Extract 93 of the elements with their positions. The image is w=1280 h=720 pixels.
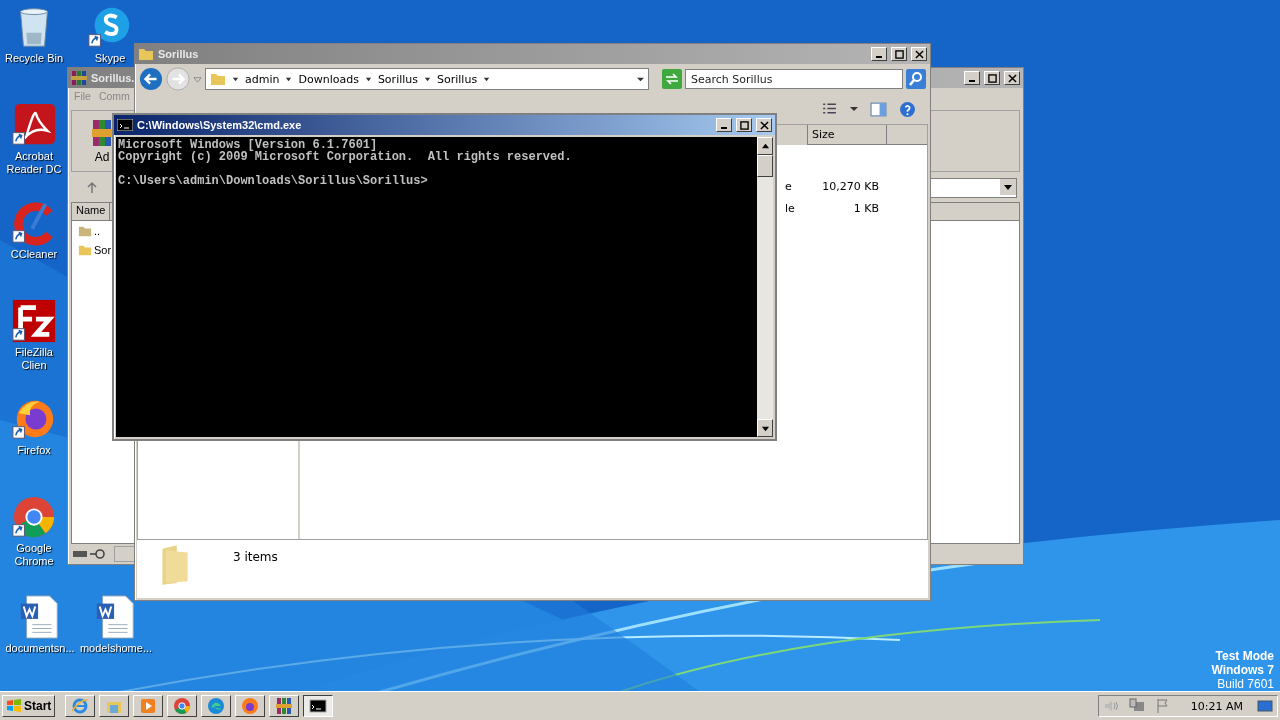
file-size: 1 KB [852, 201, 880, 215]
min-button[interactable] [716, 118, 732, 132]
close-icon [1007, 73, 1017, 83]
os-notice: Build 7601 [1217, 677, 1274, 692]
app-icon [207, 697, 226, 715]
app-icon [309, 697, 328, 715]
file-size: 10,270 KB [821, 179, 880, 193]
app-icon [11, 494, 57, 540]
address-bar[interactable]: admin Downloads Sorillus Sorillus [205, 68, 649, 90]
desktop-shortcut[interactable]: documentsn... [2, 594, 78, 655]
caret-icon[interactable] [483, 75, 491, 83]
window-title: Sorillus [158, 48, 199, 60]
console-prompt: C:\Users\admin\Downloads\Sorillus\Sorillus> [118, 175, 429, 187]
desktop-shortcut[interactable]: Firefox [2, 396, 66, 457]
breadcrumb[interactable]: admin [245, 72, 280, 86]
column-header[interactable]: Size [807, 125, 886, 145]
close-icon [914, 49, 924, 59]
taskbar-button[interactable] [303, 695, 334, 717]
caret-icon[interactable] [850, 105, 858, 113]
desktop-shortcut[interactable]: Skype [78, 4, 142, 65]
app-icon [139, 697, 158, 715]
scrollbar[interactable] [757, 137, 773, 437]
shortcut-label: Acrobat Reader DC [5, 150, 63, 176]
scroll-up-icon [760, 141, 770, 151]
caret-icon [1000, 179, 1016, 195]
console-icon [117, 119, 133, 131]
item-count: 3 items [233, 550, 278, 564]
preview-pane-icon[interactable] [870, 100, 887, 118]
scroll-thumb[interactable] [757, 155, 773, 177]
monitor-icon[interactable] [1257, 698, 1273, 714]
folder-icon [138, 46, 154, 62]
max-button[interactable] [736, 118, 752, 132]
console-output: Copyright (c) 2009 Microsoft Corporation. All rights reserved. [118, 151, 573, 163]
drive-key-icon [72, 548, 108, 560]
up-arrow-icon[interactable] [86, 181, 98, 195]
os-notice: Windows 7 [1211, 663, 1274, 678]
shortcut-label: Skype [94, 52, 126, 65]
shortcut-label: Recycle Bin [4, 52, 64, 65]
archive-icon [71, 70, 87, 86]
shortcut-label: CCleaner [10, 248, 58, 261]
app-icon [11, 298, 57, 344]
shortcut-label: Firefox [17, 444, 51, 457]
shortcut-label: documentsn... [5, 642, 75, 655]
desktop-shortcut[interactable]: Acrobat Reader DC [2, 102, 66, 176]
window-title: Sorillus. [91, 72, 135, 84]
shortcut-label: FileZilla Clien [14, 346, 54, 372]
file-name[interactable]: Sor [94, 243, 112, 256]
breadcrumb[interactable]: Sorillus [437, 72, 478, 86]
desktop-shortcut[interactable]: Google Chrome [2, 494, 66, 568]
file-name[interactable]: .. [94, 224, 101, 237]
toolbar-button[interactable]: Ad [92, 118, 112, 164]
os-notice: Test Mode [1215, 649, 1274, 664]
clock[interactable]: 10:21 AM [1190, 699, 1243, 713]
books-icon [92, 118, 112, 148]
caret-icon[interactable] [232, 75, 239, 83]
maximize-icon [894, 49, 904, 59]
close-icon [759, 120, 769, 130]
close-button[interactable] [756, 118, 772, 132]
app-icon [11, 102, 57, 148]
caret-icon[interactable] [424, 75, 431, 83]
shortcut-label: modelshome... [79, 642, 153, 655]
file-type: le [785, 201, 796, 215]
desktop-shortcut[interactable]: FileZilla Clien [2, 298, 66, 372]
app-icon [173, 697, 192, 715]
app-icon [241, 697, 260, 715]
breadcrumb[interactable]: Downloads [298, 72, 359, 86]
desktop-shortcut[interactable]: CCleaner [2, 200, 66, 261]
back-button[interactable] [139, 67, 163, 91]
windows-logo-icon [6, 698, 22, 714]
caret-icon[interactable] [285, 75, 293, 83]
shortcut-label: Google Chrome [13, 542, 55, 568]
file-type: e [785, 179, 793, 193]
breadcrumb[interactable]: Sorillus [377, 72, 418, 86]
column-header[interactable]: Name [72, 203, 111, 220]
minimize-icon [969, 80, 975, 82]
minimize-icon [876, 56, 882, 58]
app-icon [275, 697, 294, 715]
caret-icon[interactable] [364, 75, 372, 83]
window-title: C:\Windows\System32\cmd.exe [137, 119, 302, 131]
app-icon [71, 697, 90, 715]
help-icon[interactable] [899, 100, 916, 118]
folder-icon [210, 71, 226, 87]
network-icon[interactable] [1128, 698, 1145, 714]
search-button[interactable] [906, 69, 926, 89]
search-field[interactable]: Search Sorillus [685, 69, 903, 89]
maximize-icon [987, 73, 997, 83]
desktop-shortcut[interactable]: Recycle Bin [2, 4, 66, 65]
minimize-icon [721, 127, 727, 129]
start-button[interactable]: Start [2, 695, 56, 717]
caret-icon[interactable] [637, 75, 644, 83]
desktop-shortcut[interactable]: modelshome... [78, 594, 154, 655]
maximize-icon [739, 120, 749, 130]
console-output: Microsoft Windows [Version 6.1.7601] [118, 139, 378, 151]
